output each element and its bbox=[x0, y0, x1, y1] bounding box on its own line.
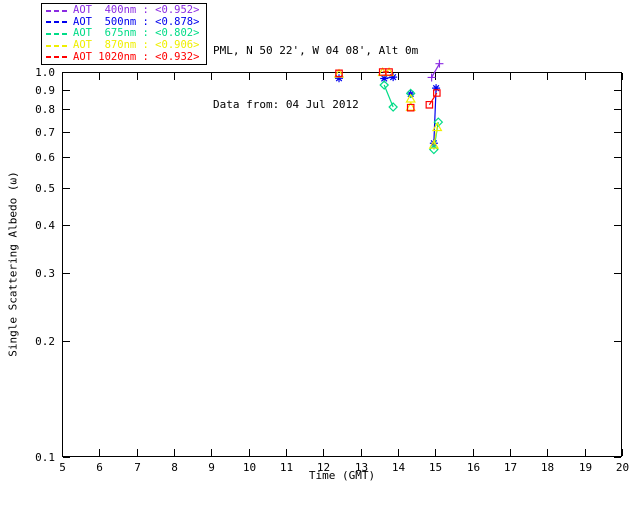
legend-item: AOT 675nm : <0.802> bbox=[46, 28, 206, 39]
x-tick-label: 8 bbox=[171, 461, 178, 474]
legend-dash-sample bbox=[46, 9, 68, 12]
x-tick-label: 10 bbox=[243, 461, 256, 474]
y-tick-label: 0.7 bbox=[35, 126, 55, 139]
legend-item-label: AOT 870nm : <0.906> bbox=[73, 39, 200, 52]
x-tick-label: 18 bbox=[541, 461, 554, 474]
y-tick-label: 0.6 bbox=[35, 151, 55, 164]
x-tick-label: 12 bbox=[317, 461, 330, 474]
legend-item: AOT 400nm : <0.952> bbox=[46, 5, 206, 16]
y-tick-label: 1.0 bbox=[35, 66, 55, 79]
x-tick-label: 7 bbox=[134, 461, 141, 474]
legend-item: AOT 870nm : <0.906> bbox=[46, 40, 206, 51]
legend-item-label: AOT 500nm : <0.878> bbox=[73, 15, 200, 28]
ssa-plot-page: AOT 400nm : <0.952> AOT 500nm : <0.878> AO… bbox=[0, 0, 640, 512]
legend-dash-sample bbox=[46, 21, 68, 24]
data-point-400nm bbox=[427, 73, 436, 82]
y-tick-label: 0.3 bbox=[35, 267, 55, 280]
x-tick-label: 9 bbox=[208, 461, 215, 474]
x-tick-label: 5 bbox=[59, 461, 66, 474]
plot-area: 5 6 7 8 9 10 11 12 13 14 15 16 17 18 19 20 1.0 0.9 0.8 0.7 0… bbox=[35, 59, 629, 474]
x-tick-label: 15 bbox=[429, 461, 442, 474]
y-tick-label: 0.8 bbox=[35, 103, 55, 116]
legend-dash-sample bbox=[46, 44, 68, 47]
axis-frame bbox=[62, 72, 622, 457]
y-tick-label: 0.9 bbox=[35, 84, 55, 97]
legend-item-label: AOT 675nm : <0.802> bbox=[73, 27, 200, 40]
x-tick-label: 19 bbox=[579, 461, 592, 474]
y-tick-label: 0.4 bbox=[35, 219, 55, 232]
x-tick-label: 13 bbox=[355, 461, 368, 474]
legend-box: AOT 400nm : <0.952> AOT 500nm : <0.878> AO… bbox=[41, 3, 207, 65]
legend-dash-sample bbox=[46, 56, 68, 59]
data-point-870nm bbox=[405, 93, 416, 103]
y-axis-label: Single Scattering Albedo (ω) bbox=[6, 171, 20, 357]
legend-item-label: AOT 1020nm : <0.932> bbox=[73, 50, 200, 63]
data-point-1020nm bbox=[425, 100, 434, 109]
x-tick-label: 14 bbox=[392, 461, 406, 474]
y-tick-label: 0.1 bbox=[35, 451, 55, 464]
legend-dash-sample bbox=[46, 32, 68, 35]
x-tick-label: 20 bbox=[616, 461, 629, 474]
legend-item: AOT 1020nm : <0.932> bbox=[46, 50, 206, 63]
site-location-text: PML, N 50 22', W 04 08', Alt 0m bbox=[213, 44, 419, 57]
x-tick-label: 16 bbox=[467, 461, 480, 474]
x-tick-label: 17 bbox=[504, 461, 517, 474]
x-tick-label: 11 bbox=[280, 461, 293, 474]
legend-item: AOT 500nm : <0.878> bbox=[46, 15, 206, 28]
legend-item-label: AOT 400nm : <0.952> bbox=[73, 4, 200, 17]
x-tick-label: 6 bbox=[96, 461, 103, 474]
y-tick-label: 0.2 bbox=[35, 335, 55, 348]
y-tick-label: 0.5 bbox=[35, 182, 55, 195]
data-point-400nm bbox=[435, 59, 444, 68]
